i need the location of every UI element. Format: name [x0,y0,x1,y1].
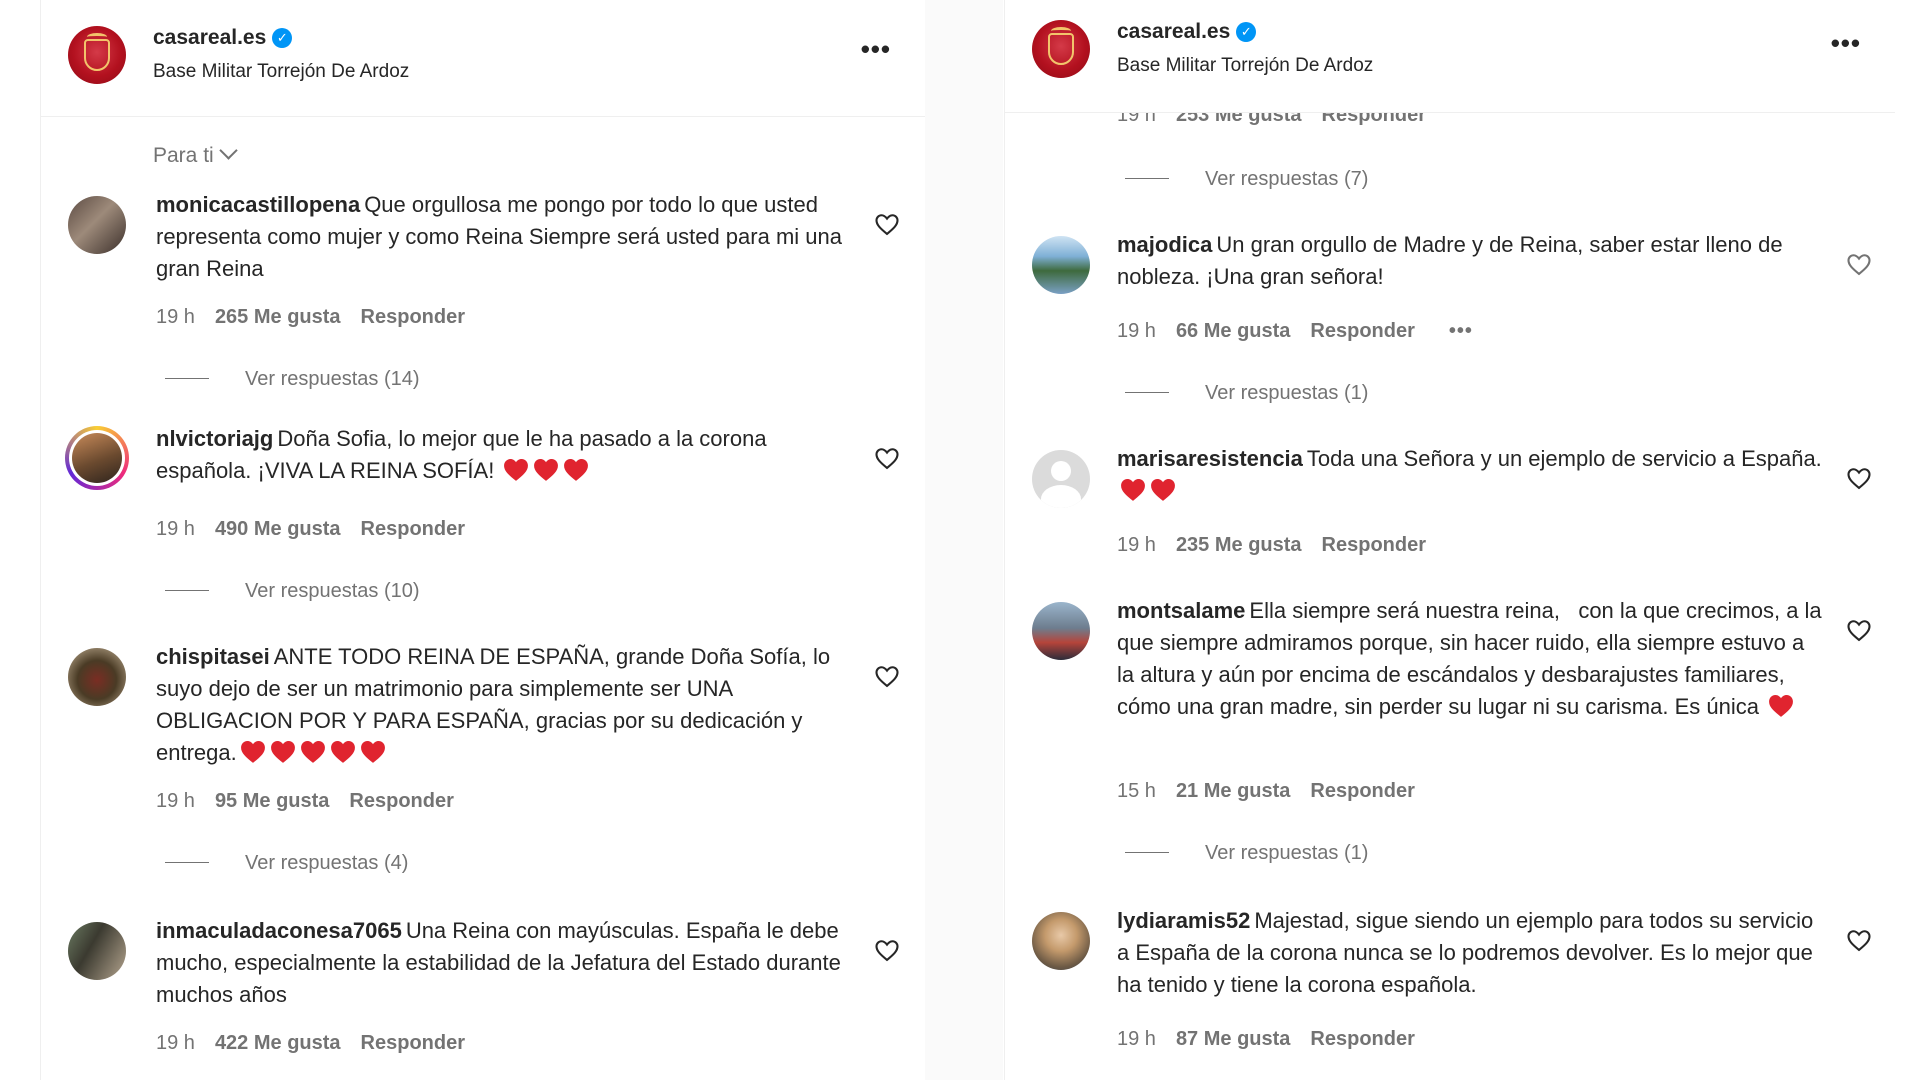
heart-outline-icon[interactable] [873,662,901,690]
comments-panel-left: casareal.es ✓ Base Militar Torrejón De Ar… [40,0,926,1080]
comment-text: marisaresistencia Toda una Señora y un ej… [1117,443,1823,507]
avatar[interactable] [1032,602,1090,660]
likes-count[interactable]: 87 Me gusta [1176,1028,1290,1050]
avatar[interactable] [1032,912,1090,970]
comment-meta: 19 h 265 Me gusta Responder [156,306,485,329]
post-header: casareal.es ✓ Base Militar Torrejón De Ar… [1005,0,1895,113]
red-heart-emoji-icon [360,741,385,763]
comment-text: montsalame Ella siempre será nuestra rein… [1117,598,1828,719]
comment-time: 15 h [1117,780,1156,802]
post-location[interactable]: Base Militar Torrejón De Ardoz [153,61,409,83]
comment-more-options-icon[interactable]: ••• [1449,320,1473,342]
heart-outline-icon[interactable] [1845,926,1873,954]
comment-meta: 19 h 490 Me gusta Responder [156,518,485,541]
red-heart-emoji-icon [270,741,295,763]
avatar[interactable] [1032,236,1090,294]
comment-meta: 19 h 87 Me gusta Responder [1117,1028,1435,1051]
view-replies-button[interactable]: Ver respuestas (7) [1125,168,1368,191]
comment-username[interactable]: lydiaramis52 [1117,908,1250,933]
comment-text: nlvictoriajg Doña Sofia, lo mejor que le … [156,426,767,483]
comment-time: 19 h [156,790,195,812]
likes-count[interactable]: 490 Me gusta [215,518,341,540]
comment-text: chispitasei ANTE TODO REINA DE ESPAÑA, gr… [156,644,831,765]
view-replies-button[interactable]: Ver respuestas (1) [1125,842,1368,865]
heart-outline-icon[interactable] [873,444,901,472]
view-replies-button[interactable]: Ver respuestas (1) [1125,382,1368,405]
account-username[interactable]: casareal.es ✓ [1117,20,1257,44]
comment-username[interactable]: nlvictoriajg [156,426,273,451]
red-heart-emoji-icon [1769,695,1794,717]
red-heart-emoji-icon [504,459,529,481]
comment-text: monicacastillopena Que orgullosa me pongo… [156,192,842,281]
panel-gap [925,0,1003,1080]
comment-meta: 15 h 21 Me gusta Responder [1117,780,1435,803]
red-heart-emoji-icon [300,741,325,763]
more-options-icon[interactable]: ••• [1831,28,1861,59]
comment-text: majodica Un gran orgullo de Madre y de Re… [1117,232,1783,289]
reply-button[interactable]: Responder [1310,780,1414,802]
avatar[interactable] [1032,450,1090,508]
post-location[interactable]: Base Militar Torrejón De Ardoz [1117,55,1373,77]
comment-time: 19 h [156,306,195,328]
comment-sort-dropdown[interactable]: Para ti [153,141,238,168]
heart-outline-icon[interactable] [1845,616,1873,644]
reply-button[interactable]: Responder [361,518,465,540]
reply-button[interactable]: Responder [1310,320,1414,342]
comment-meta: 19 h 235 Me gusta Responder [1117,534,1446,557]
red-heart-emoji-icon [534,459,559,481]
red-heart-emoji-icon [1151,479,1175,501]
comment-username[interactable]: majodica [1117,232,1212,257]
comment-meta: 19 h 95 Me gusta Responder [156,790,474,813]
heart-outline-icon[interactable] [873,936,901,964]
comments-panel-right: casareal.es ✓ Base Militar Torrejón De Ar… [1004,0,1895,1080]
view-replies-button[interactable]: Ver respuestas (10) [165,580,420,603]
comment-time: 19 h [1117,534,1156,556]
account-avatar[interactable] [68,26,126,84]
red-heart-emoji-icon [564,459,589,481]
account-avatar[interactable] [1032,20,1090,78]
comment-text: inmaculadaconesa7065 Una Reina con mayúsc… [156,918,841,1007]
avatar[interactable] [68,648,126,706]
likes-count[interactable]: 66 Me gusta [1176,320,1290,342]
red-heart-emoji-icon [240,741,265,763]
comment-username[interactable]: marisaresistencia [1117,446,1303,471]
likes-count[interactable]: 95 Me gusta [215,790,329,812]
red-heart-emoji-icon [330,741,355,763]
comment-time: 19 h [156,1032,195,1054]
account-username[interactable]: casareal.es ✓ [153,26,293,50]
verified-badge-icon: ✓ [272,28,293,48]
avatar[interactable] [68,922,126,980]
view-replies-button[interactable]: Ver respuestas (14) [165,368,420,391]
comment-meta: 19 h 422 Me gusta Responder [156,1032,485,1055]
heart-outline-icon[interactable] [1845,464,1873,492]
comment-time: 19 h [156,518,195,540]
red-heart-emoji-icon [1121,479,1145,501]
comment-username[interactable]: chispitasei [156,644,270,669]
heart-outline-icon[interactable] [873,210,901,238]
post-header: casareal.es ✓ Base Militar Torrejón De Ar… [41,0,925,117]
reply-button[interactable]: Responder [1322,534,1426,556]
verified-badge-icon: ✓ [1236,22,1257,42]
reply-button[interactable]: Responder [349,790,453,812]
comment-username[interactable]: montsalame [1117,598,1245,623]
more-options-icon[interactable]: ••• [861,34,891,65]
avatar[interactable] [68,196,126,254]
comment-meta: 19 h 66 Me gusta Responder ••• [1117,320,1493,343]
heart-outline-icon[interactable] [1845,250,1873,278]
view-replies-button[interactable]: Ver respuestas (4) [165,852,408,875]
reply-button[interactable]: Responder [361,306,465,328]
likes-count[interactable]: 422 Me gusta [215,1032,341,1054]
comment-time: 19 h [1117,320,1156,342]
likes-count[interactable]: 235 Me gusta [1176,534,1302,556]
chevron-down-icon [219,141,238,160]
comment-username[interactable]: inmaculadaconesa7065 [156,918,402,943]
reply-button[interactable]: Responder [361,1032,465,1054]
comment-time: 19 h [1117,1028,1156,1050]
likes-count[interactable]: 265 Me gusta [215,306,341,328]
reply-button[interactable]: Responder [1310,1028,1414,1050]
comment-text: lydiaramis52 Majestad, sigue siendo un ej… [1117,908,1814,997]
comment-username[interactable]: monicacastillopena [156,192,360,217]
likes-count[interactable]: 21 Me gusta [1176,780,1290,802]
avatar[interactable] [65,426,129,490]
